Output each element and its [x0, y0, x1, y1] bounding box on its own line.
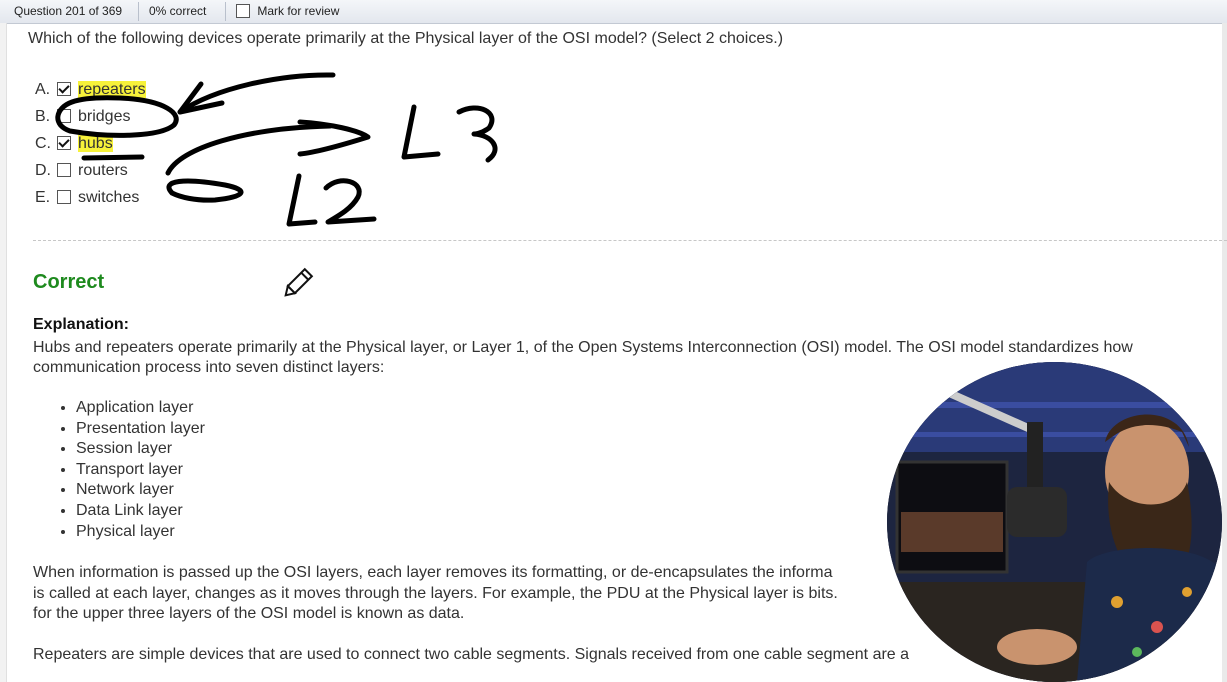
choice-letter: B.: [35, 108, 51, 125]
choice-letter: E.: [35, 189, 51, 206]
toolbar-divider: [225, 2, 226, 21]
question-counter: Question 201 of 369: [14, 4, 123, 18]
osi-layer-list: Application layer Presentation layer Ses…: [56, 398, 205, 542]
choice-a-checkbox[interactable]: [57, 81, 71, 96]
explanation-para2-line3: for the upper three layers of the OSI mo…: [33, 605, 465, 622]
window-left-edge: [0, 23, 7, 682]
choice-b[interactable]: B. bridges: [35, 106, 130, 128]
scrollbar[interactable]: [1222, 23, 1227, 682]
list-item: Physical layer: [76, 522, 205, 543]
l3-letter-l: [401, 104, 441, 160]
explanation-para1-line2: communication process into seven distinc…: [33, 359, 385, 376]
arrow-head: [177, 81, 225, 115]
toolbar-divider: [138, 2, 139, 21]
l2-digit-2: [323, 178, 377, 225]
choice-letter: A.: [35, 81, 51, 98]
pencil-cursor-icon: [284, 267, 314, 297]
explanation-heading: Explanation:: [33, 316, 130, 333]
question-toolbar: Question 201 of 369 0% correct Mark for …: [0, 0, 1227, 24]
presenter-video-icon: [887, 362, 1222, 682]
list-item: Data Link layer: [76, 501, 205, 522]
choice-e-checkbox[interactable]: [57, 189, 71, 204]
choice-e[interactable]: E. switches: [35, 187, 139, 209]
choice-label: bridges: [78, 108, 131, 125]
choice-a[interactable]: A. repeaters: [35, 79, 146, 101]
list-item: Transport layer: [76, 460, 205, 481]
mark-for-review-toggle[interactable]: Mark for review: [236, 0, 339, 23]
list-item: Network layer: [76, 480, 205, 501]
choice-label: hubs: [78, 135, 113, 152]
list-item: Presentation layer: [76, 419, 205, 440]
arrow-to-repeaters: [177, 72, 336, 115]
choice-d[interactable]: D. routers: [35, 160, 128, 182]
choice-letter: D.: [35, 162, 51, 179]
underline-hubs: [81, 154, 145, 161]
explanation-para1-line1: Hubs and repeaters operate primarily at …: [33, 339, 1133, 356]
explanation-para3-line1: Repeaters are simple devices that are us…: [33, 646, 910, 663]
result-status: Correct: [33, 271, 105, 293]
section-divider: [33, 240, 1227, 241]
question-text: Which of the following devices operate p…: [28, 30, 784, 47]
l2-letter-l: [286, 173, 318, 227]
webcam-overlay: [887, 362, 1222, 682]
explanation-para2-line2: is called at each layer, changes as it m…: [33, 585, 838, 602]
list-item: Application layer: [76, 398, 205, 419]
choice-d-checkbox[interactable]: [57, 162, 71, 177]
choice-label: switches: [78, 189, 140, 206]
explanation-para2-line1: When information is passed up the OSI la…: [33, 564, 833, 581]
choice-c[interactable]: C. hubs: [35, 133, 113, 155]
choice-b-checkbox[interactable]: [57, 108, 71, 123]
list-item: Session layer: [76, 439, 205, 460]
choice-c-checkbox[interactable]: [57, 135, 71, 150]
mark-for-review-label: Mark for review: [257, 4, 340, 18]
choice-label: routers: [78, 162, 128, 179]
arrow-to-l2: [166, 178, 244, 203]
arrow-to-l3: [165, 119, 371, 176]
score-text: 0% correct: [149, 4, 207, 18]
choice-label: repeaters: [78, 81, 146, 98]
choice-letter: C.: [35, 135, 51, 152]
l3-digit-3: [456, 105, 498, 163]
mark-for-review-checkbox[interactable]: [236, 3, 250, 18]
